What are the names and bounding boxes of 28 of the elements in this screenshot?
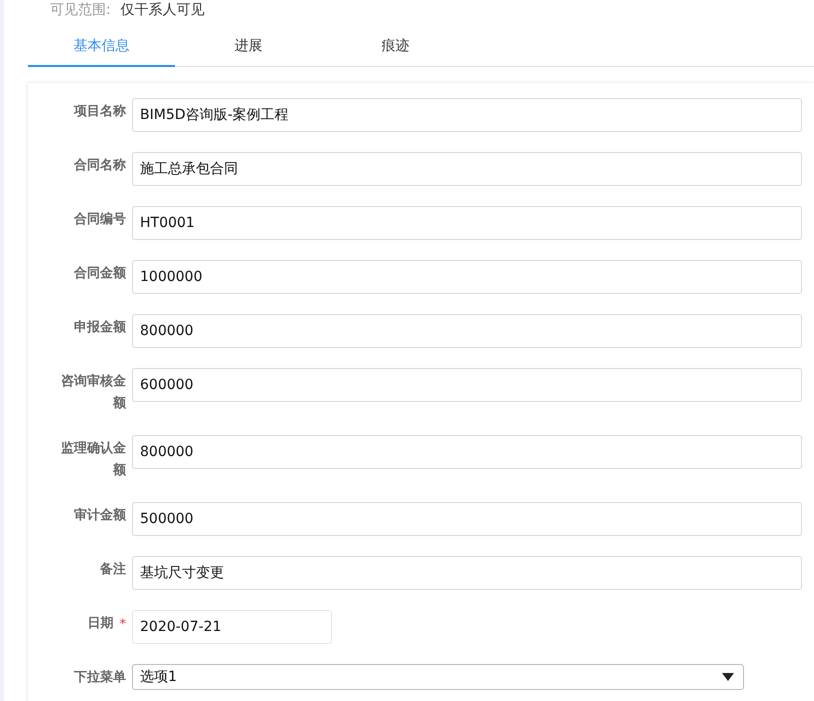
input-field[interactable]: 800000	[132, 435, 802, 469]
input-field[interactable]: HT0001	[132, 206, 802, 240]
field-label: 申报金额	[74, 318, 126, 337]
required-mark: *	[120, 617, 126, 632]
visibility-value: 仅干系人可见	[120, 1, 205, 20]
tab[interactable]: 进展	[175, 37, 322, 67]
input-field[interactable]: 500000	[132, 502, 802, 536]
field-label: 下拉菜单	[74, 669, 126, 687]
field-label: 合同名称	[74, 157, 126, 175]
field-label: 审计金额	[74, 506, 126, 525]
input-field[interactable]: BIM5D咨询版-案例工程	[132, 98, 802, 132]
field-label: 合同编号	[74, 210, 126, 229]
dropdown[interactable]: 选项1	[132, 664, 744, 690]
field-label: 监理确认金额	[60, 440, 126, 480]
input-field[interactable]: 1000000	[132, 260, 802, 294]
caret-icon	[722, 673, 734, 681]
field-label: 合同金额	[74, 264, 126, 283]
input-field[interactable]: 800000	[132, 314, 802, 348]
visibility-label: 可见范围:	[50, 1, 111, 20]
field-label: 备注	[100, 560, 126, 579]
date-field[interactable]: 2020-07-21	[132, 610, 332, 644]
field-label: 日期	[88, 615, 114, 633]
input-field[interactable]: 600000	[132, 368, 802, 402]
input-field[interactable]: 施工总承包合同	[132, 152, 802, 186]
field-label: 项目名称	[74, 103, 126, 121]
input-field[interactable]: 基坑尺寸变更	[132, 556, 802, 590]
field-label: 咨询审核金额	[60, 372, 126, 413]
tab[interactable]: 痕迹	[322, 37, 469, 67]
